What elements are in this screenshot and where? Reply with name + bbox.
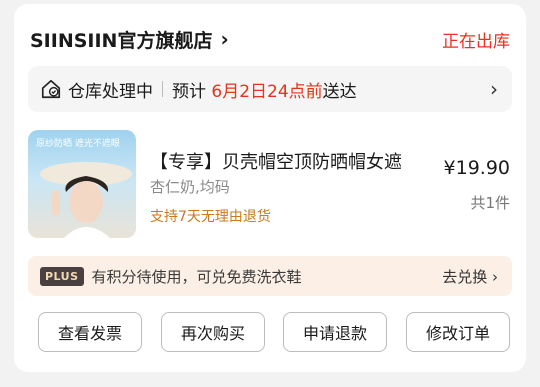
return-policy: 支持7天无理由退货 — [150, 209, 271, 225]
estimate-suffix: 送达 — [322, 81, 357, 102]
chevron-right-icon: › — [220, 27, 229, 51]
divider — [162, 81, 163, 97]
house-check-icon — [41, 79, 61, 99]
estimate-date: 6月2日24点前 — [211, 81, 323, 102]
request-refund-button[interactable]: 申请退款 — [283, 312, 387, 352]
product-quantity: 共1件 — [470, 194, 510, 212]
product-price: ¥19.90 — [443, 157, 510, 179]
product-photo-illustration — [40, 162, 132, 238]
product-image[interactable]: 原纱防晒 遮光不遮眼 — [28, 130, 136, 238]
view-invoice-button[interactable]: 查看发票 — [38, 312, 142, 352]
logistics-bar[interactable]: 仓库处理中 预计 6月2日24点前送达 › — [28, 66, 512, 112]
product-spec: 杏仁奶,均码 — [150, 178, 230, 196]
order-status: 正在出库 — [442, 31, 510, 52]
order-card: SIINSIIN官方旗舰店 › 正在出库 仓库处理中 预计 6月2日24点前送达… — [14, 4, 526, 372]
shop-header: SIINSIIN官方旗舰店 › 正在出库 — [30, 24, 510, 54]
product-title[interactable]: 【专享】贝壳帽空顶防晒帽女遮 — [150, 148, 430, 174]
estimate-prefix: 预计 — [172, 81, 206, 102]
redeem-link[interactable]: 去兑换 › — [442, 266, 498, 287]
plus-text: 有积分待使用，可兑免费洗衣鞋 — [91, 267, 302, 286]
buy-again-button[interactable]: 再次购买 — [161, 312, 265, 352]
chevron-right-icon: › — [490, 77, 498, 101]
shop-name: SIINSIIN官方旗舰店 — [30, 29, 213, 52]
logistics-state: 仓库处理中 — [68, 81, 153, 102]
plus-points-banner[interactable]: PLUS 有积分待使用，可兑免费洗衣鞋 去兑换 › — [28, 256, 512, 296]
delivery-estimate: 预计 6月2日24点前送达 — [172, 77, 357, 102]
modify-order-button[interactable]: 修改订单 — [406, 312, 510, 352]
shop-link[interactable]: SIINSIIN官方旗舰店 › — [30, 26, 229, 53]
plus-badge: PLUS — [40, 266, 84, 286]
